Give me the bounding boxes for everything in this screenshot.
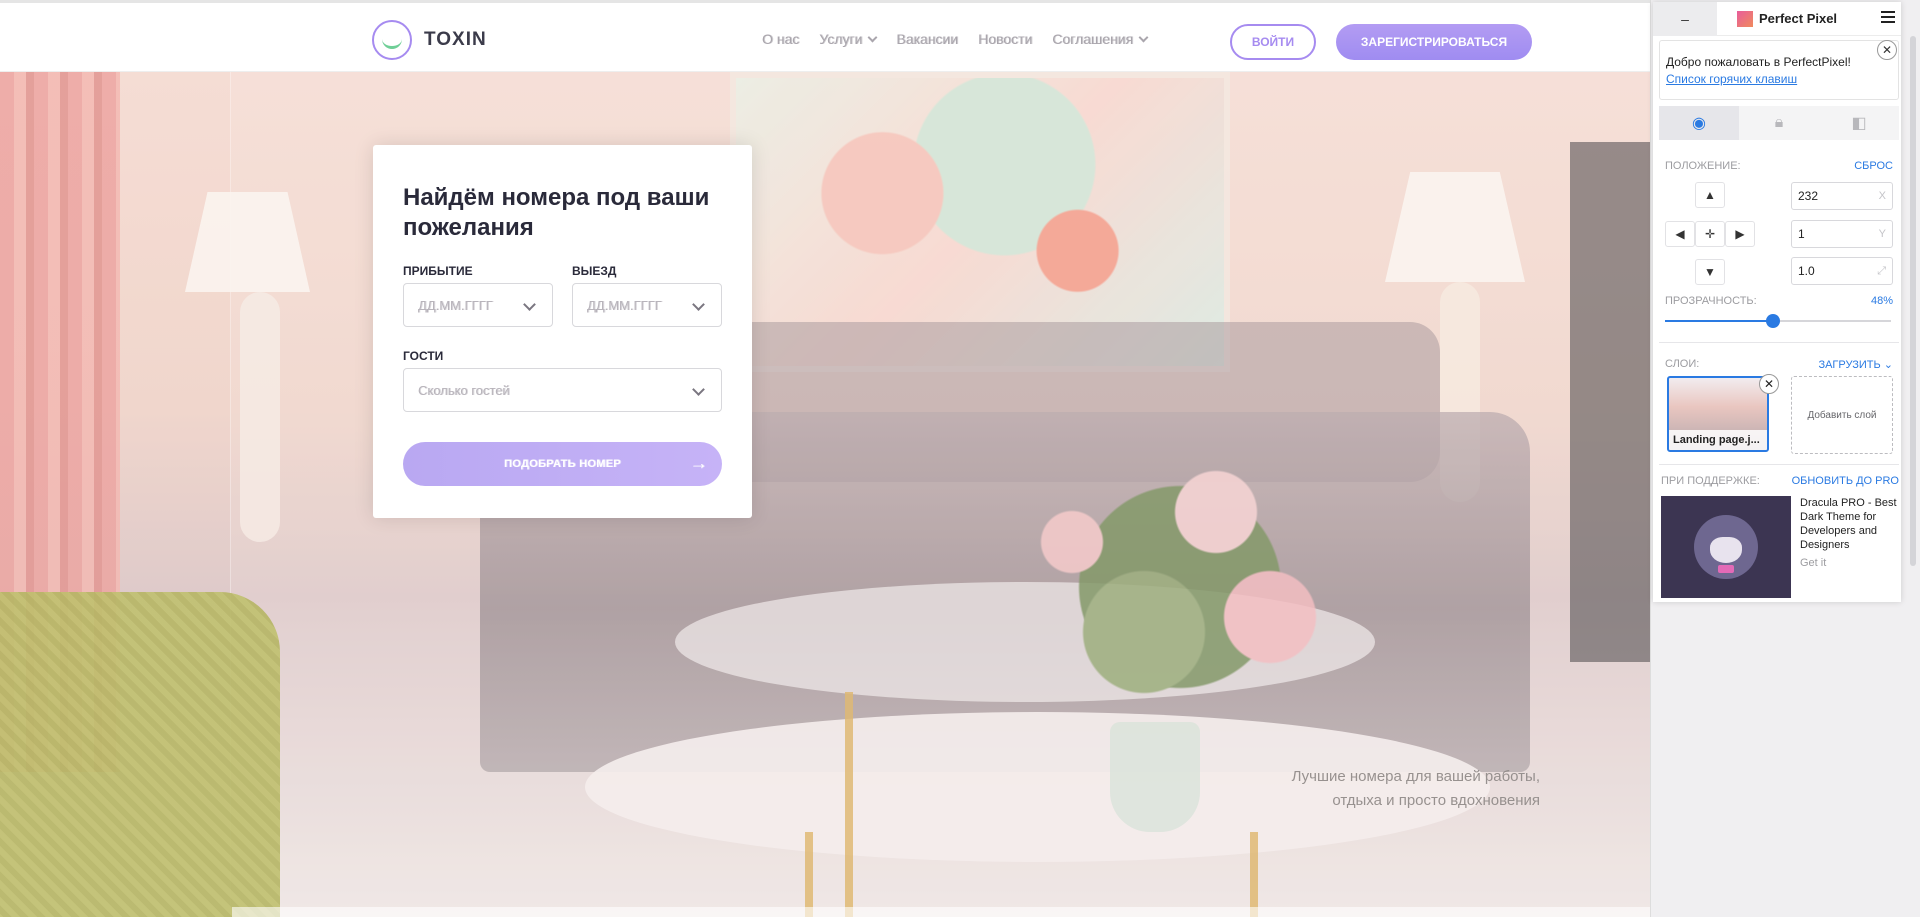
nav-item-about[interactable]: О нас	[762, 31, 799, 47]
chevron-down-icon	[867, 32, 878, 42]
scale-value: 1.0	[1798, 264, 1815, 278]
layer-name: Landing page.j...	[1669, 430, 1767, 450]
scrollbar[interactable]	[1910, 36, 1916, 566]
minimize-button[interactable]: –	[1653, 1, 1717, 36]
nav-item-label: О нас	[762, 31, 800, 47]
perfectpixel-panel: – Perfect Pixel Добро пожаловать в Perfe…	[1653, 1, 1901, 602]
perfectpixel-tabs: ◉ 🔒︎ ◧	[1659, 106, 1899, 140]
contrast-icon[interactable]: ◧	[1819, 106, 1899, 140]
perfectpixel-titlebar: – Perfect Pixel	[1653, 1, 1901, 36]
arrow-right-icon: →	[689, 453, 708, 473]
hero-tagline: Лучшие номера для вашей работы, отдыха и…	[1292, 765, 1540, 813]
departure-placeholder: ДД.ММ.ГГГГ	[587, 297, 662, 313]
opacity-slider-handle[interactable]	[1766, 314, 1781, 328]
ad-description: Dracula PRO - Best Dark Theme for Develo…	[1800, 497, 1897, 551]
perfectpixel-brand: Perfect Pixel	[1737, 10, 1838, 27]
logo-text: TOXIN	[424, 29, 487, 50]
find-room-button[interactable]: ПОДОБРАТЬ НОМЕР →	[403, 442, 722, 486]
upload-label: ЗАГРУЗИТЬ	[1818, 359, 1881, 371]
axis-label: Y	[1878, 228, 1886, 240]
arrival-placeholder: ДД.ММ.ГГГГ	[418, 297, 493, 313]
position-y-value: 1	[1798, 227, 1805, 241]
move-down-button[interactable]: ▼	[1695, 259, 1725, 285]
welcome-message: Добро пожаловать в PerfectPixel! Список …	[1659, 40, 1899, 100]
overlay-edge	[232, 907, 1672, 917]
nav-item-label: Новости	[978, 31, 1033, 47]
guests-dropdown[interactable]: Сколько гостей	[403, 368, 722, 412]
position-label: ПОЛОЖЕНИЕ:	[1665, 160, 1741, 172]
arrival-date-field[interactable]: ДД.ММ.ГГГГ	[403, 283, 553, 327]
brand-name: Perfect Pixel	[1759, 11, 1838, 26]
room-search-card: Найдём номера под ваши пожелания ПРИБЫТИ…	[373, 145, 752, 518]
departure-date-field[interactable]: ДД.ММ.ГГГГ	[572, 283, 722, 327]
nav-item-label: Соглашения	[1052, 31, 1134, 47]
chevron-down-icon	[692, 383, 705, 396]
close-icon[interactable]: ✕	[1877, 40, 1897, 60]
lock-icon[interactable]: 🔒︎	[1739, 106, 1819, 140]
site-logo[interactable]: TOXIN	[372, 20, 487, 60]
perfectpixel-extension: – Perfect Pixel Добро пожаловать в Perfe…	[1650, 0, 1920, 917]
position-y-input[interactable]: 1 Y	[1791, 220, 1893, 248]
position-x-input[interactable]: 232 X	[1791, 182, 1893, 210]
ad-cta-link[interactable]: Get it	[1800, 556, 1898, 570]
eye-icon[interactable]: ◉	[1659, 106, 1739, 140]
login-button[interactable]: ВОЙТИ	[1230, 24, 1316, 60]
nav-item-label: Вакансии	[896, 31, 959, 47]
find-room-label: ПОДОБРАТЬ НОМЕР	[504, 458, 621, 470]
hotkeys-link[interactable]: Список горячих клавиш	[1666, 72, 1898, 86]
main-nav: О нас Услуги Вакансии Новости Соглашения	[762, 31, 1149, 47]
resize-icon: ⤢	[1877, 264, 1886, 277]
move-up-button[interactable]: ▲	[1695, 182, 1725, 208]
perfectpixel-logo-icon	[1737, 10, 1753, 27]
layers-label: СЛОИ:	[1665, 358, 1700, 370]
card-title: Найдём номера под ваши пожелания	[403, 184, 710, 241]
opacity-slider-fill	[1665, 320, 1774, 322]
logo-icon	[372, 20, 412, 60]
chevron-down-icon	[692, 298, 705, 311]
upgrade-pro-link[interactable]: ОБНОВИТЬ ДО PRO	[1792, 475, 1899, 487]
chevron-down-icon	[1138, 32, 1149, 42]
divider	[1659, 464, 1899, 465]
nav-item-services[interactable]: Услуги	[819, 31, 878, 47]
opacity-value: 48%	[1870, 295, 1893, 307]
welcome-text: Добро пожаловать в PerfectPixel!	[1666, 55, 1851, 69]
opacity-label: ПРОЗРАЧНОСТЬ:	[1665, 295, 1757, 307]
hero-background	[0, 72, 1920, 917]
upload-button[interactable]: ЗАГРУЗИТЬ ⌄	[1818, 358, 1893, 371]
dracula-mascot-icon	[1694, 515, 1758, 579]
support-label: ПРИ ПОДДЕРЖКЕ:	[1661, 475, 1760, 487]
remove-layer-close-icon[interactable]: ✕	[1759, 374, 1779, 394]
layer-thumbnail[interactable]: Landing page.j...	[1667, 376, 1769, 452]
tagline-line: Лучшие номера для вашей работы,	[1291, 768, 1540, 785]
nav-item-label: Услуги	[819, 31, 863, 47]
nav-item-vacancies[interactable]: Вакансии	[896, 31, 958, 47]
site-header: TOXIN О нас Услуги Вакансии Новости Согл…	[0, 0, 1650, 72]
ad-text[interactable]: Dracula PRO - Best Dark Theme for Develo…	[1800, 496, 1898, 570]
opacity-slider[interactable]	[1665, 314, 1891, 328]
nav-item-news[interactable]: Новости	[978, 31, 1032, 47]
dracula-ad-image[interactable]	[1661, 496, 1791, 598]
guests-placeholder: Сколько гостей	[418, 382, 510, 398]
departure-label: ВЫЕЗД	[572, 264, 617, 278]
add-layer-button[interactable]: Добавить слой	[1791, 376, 1893, 454]
center-button[interactable]: ✛	[1695, 221, 1725, 247]
axis-label: X	[1878, 190, 1886, 202]
tagline-line: отдыха и просто вдохновения	[1332, 792, 1540, 809]
divider	[1659, 342, 1899, 343]
register-button[interactable]: ЗАРЕГИСТРИРОВАТЬСЯ	[1336, 24, 1532, 60]
arrival-label: ПРИБЫТИЕ	[403, 264, 473, 278]
position-x-value: 232	[1798, 189, 1819, 203]
move-left-button[interactable]: ◀	[1665, 221, 1695, 247]
hamburger-menu-icon[interactable]	[1881, 11, 1895, 23]
nav-item-agreements[interactable]: Соглашения	[1052, 31, 1149, 47]
overlay-tint	[0, 72, 1920, 917]
chevron-down-icon	[523, 298, 536, 311]
scale-input[interactable]: 1.0 ⤢	[1791, 257, 1893, 285]
guests-label: ГОСТИ	[403, 349, 444, 363]
move-right-button[interactable]: ▶	[1725, 221, 1755, 247]
reset-button[interactable]: СБРОС	[1854, 160, 1893, 172]
